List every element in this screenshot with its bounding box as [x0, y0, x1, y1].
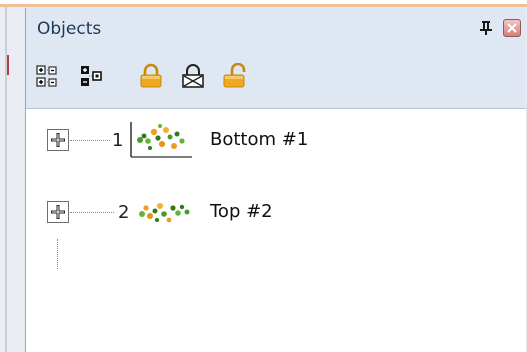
- collapse-all-icon: [81, 66, 102, 86]
- window-top-accent: [0, 4, 527, 7]
- embroidery-flowers-thumbnail: [139, 203, 190, 223]
- close-icon: [507, 23, 517, 33]
- lock-icon: [140, 63, 162, 88]
- object-label: Bottom #1: [210, 129, 309, 150]
- unlock-button[interactable]: [221, 62, 249, 90]
- expand-all-button[interactable]: [33, 62, 61, 90]
- panel-title: Objects: [37, 19, 102, 39]
- tree-row[interactable]: 1 Bottom #1: [26, 121, 526, 159]
- left-gutter: [0, 7, 24, 352]
- panel-toolbar: [26, 52, 525, 112]
- pin-icon[interactable]: [479, 20, 493, 39]
- expand-toggle[interactable]: [47, 129, 69, 151]
- unlock-icon: [223, 63, 246, 88]
- embroidery-flowers-thumbnail: [130, 122, 192, 158]
- expand-all-icon: [36, 65, 57, 87]
- object-index: 1: [112, 130, 124, 151]
- lock-crossed-icon: [182, 64, 204, 88]
- expand-toggle[interactable]: [47, 201, 69, 223]
- tree-row[interactable]: 2 Top #2: [26, 193, 526, 231]
- gutter-marker: [7, 55, 9, 75]
- objects-tree: 1 Bottom #1 2 Top #2: [26, 108, 526, 352]
- close-button[interactable]: [503, 19, 521, 37]
- tree-connector: [70, 140, 110, 141]
- plus-icon: [51, 133, 65, 147]
- object-label: Top #2: [210, 201, 273, 222]
- collapse-all-button[interactable]: [77, 62, 105, 90]
- tree-connector: [70, 212, 114, 213]
- tree-connector-vertical: [57, 239, 58, 269]
- panel-title-bar: Objects: [26, 8, 525, 48]
- lock-disabled-button[interactable]: [179, 62, 207, 90]
- object-index: 2: [118, 202, 130, 223]
- lock-button[interactable]: [137, 62, 165, 90]
- plus-icon: [51, 205, 65, 219]
- objects-panel: Objects 1 Bottom #1 2 Top #2: [25, 8, 526, 352]
